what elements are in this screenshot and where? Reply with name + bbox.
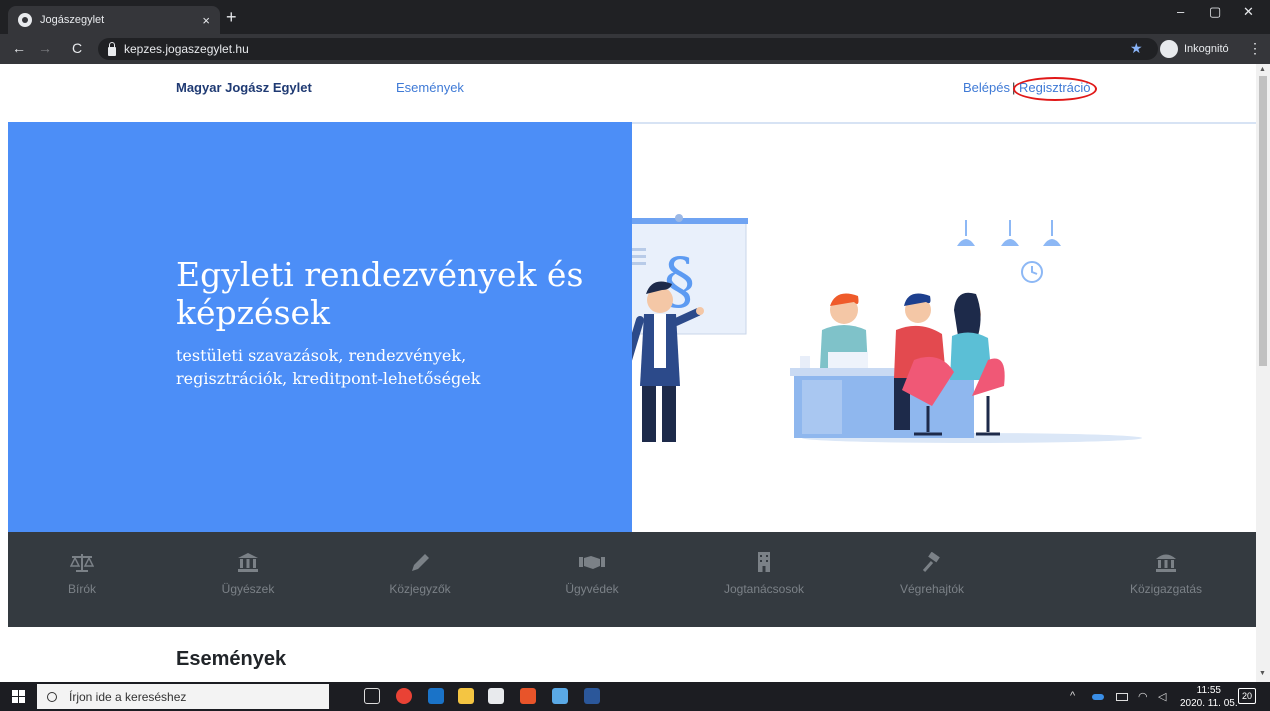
nav-events-link[interactable]: Események: [396, 80, 464, 95]
new-tab-button[interactable]: +: [226, 6, 237, 28]
web-page: Magyar Jogász Egylet Események Belépés |…: [0, 64, 1256, 682]
tab-close-button[interactable]: ×: [202, 13, 210, 28]
category-label: Végrehajtók: [899, 582, 965, 596]
login-link[interactable]: Belépés: [963, 80, 1010, 95]
hero-title: Egyleti rendezvények és képzések: [176, 255, 584, 332]
scroll-up-arrow-icon[interactable]: ▲: [1259, 66, 1266, 73]
category-label: Bírók: [67, 582, 96, 596]
events-section-title: Események: [176, 648, 287, 670]
onedrive-icon[interactable]: [1092, 694, 1104, 700]
handshake-icon: [579, 556, 605, 569]
taskbar-search-box[interactable]: Írjon ide a kereséshez: [37, 684, 329, 709]
hero-subtitle: testületi szavazások, rendezvények, regi…: [176, 346, 481, 388]
volume-icon[interactable]: ◁: [1158, 690, 1166, 703]
windows-taskbar: Írjon ide a kereséshez ^ ◠ ◁ 11:55 2020.…: [0, 682, 1270, 711]
brand-link[interactable]: Magyar Jogász Egylet: [176, 80, 312, 95]
building-icon: [758, 552, 770, 572]
browser-menu-button[interactable]: ⋮: [1248, 40, 1262, 57]
government-icon: [1156, 554, 1176, 572]
forward-button[interactable]: →: [38, 40, 52, 56]
network-icon[interactable]: ◠: [1138, 690, 1148, 703]
category-kozjegyzok[interactable]: Közjegyzők: [360, 552, 480, 596]
category-label: Ügyvédek: [565, 582, 619, 596]
reload-button[interactable]: C: [72, 40, 82, 56]
category-birok[interactable]: Bírók: [22, 552, 142, 596]
site-navbar: Magyar Jogász Egylet Események Belépés |…: [0, 64, 1256, 122]
window-close-button[interactable]: ✕: [1243, 4, 1254, 20]
window-minimize-button[interactable]: –: [1177, 4, 1184, 19]
courthouse-icon: [238, 553, 258, 572]
category-bar: Bírók Ügyészek Közjegyzők Ügyvédek Jogta…: [8, 532, 1256, 627]
notification-center-icon[interactable]: 20: [1238, 688, 1256, 704]
meeting-illustration: §: [576, 214, 1142, 443]
search-icon: [47, 691, 57, 702]
browser-tab[interactable]: Jogászegylet ×: [8, 6, 220, 34]
pen-icon: [412, 554, 429, 571]
store-icon[interactable]: [488, 688, 504, 704]
window-restore-button[interactable]: ▢: [1209, 4, 1221, 20]
taskbar-search-placeholder: Írjon ide a kereséshez: [69, 689, 187, 704]
browser-toolbar: ← → C kepzes.jogaszegylet.hu ★ Inkognitó…: [0, 34, 1270, 64]
lock-icon: [108, 41, 116, 56]
scrollbar-thumb[interactable]: [1259, 76, 1267, 366]
highlight-circle: [1013, 77, 1097, 101]
site-favicon-icon: [18, 13, 32, 27]
scroll-down-arrow-icon[interactable]: ▼: [1259, 670, 1266, 677]
browser-tab-bar: Jogászegylet × + – ▢ ✕: [0, 0, 1270, 34]
page-scrollbar[interactable]: ▲ ▼: [1256, 64, 1270, 682]
clock-date: 2020. 11. 05.: [1180, 698, 1238, 709]
gavel-icon: [922, 552, 940, 572]
category-vegrehajtok[interactable]: Végrehajtók: [872, 552, 992, 596]
word-icon[interactable]: [584, 688, 600, 704]
category-kozigazgatas[interactable]: Közigazgatás: [1106, 552, 1226, 596]
category-jogtanacsosok[interactable]: Jogtanácsosok: [704, 552, 824, 596]
windows-start-icon[interactable]: [12, 690, 25, 703]
category-ugyeszek[interactable]: Ügyészek: [188, 552, 308, 596]
tray-chevron-icon[interactable]: ^: [1070, 690, 1075, 702]
category-label: Ügyészek: [221, 582, 275, 596]
incognito-icon: [1160, 40, 1178, 58]
category-label: Közigazgatás: [1129, 582, 1203, 596]
clock-time: 11:55: [1196, 685, 1221, 696]
outlook-icon[interactable]: [428, 688, 444, 704]
app-icon[interactable]: [552, 688, 568, 704]
category-ugyvedek[interactable]: Ügyvédek: [532, 552, 652, 596]
category-label: Jogtanácsosok: [723, 582, 805, 596]
system-clock[interactable]: 11:55 2020. 11. 05.: [1180, 684, 1238, 710]
scales-icon: [70, 554, 94, 572]
bookmark-star-icon[interactable]: ★: [1130, 40, 1143, 57]
chrome-icon[interactable]: [396, 688, 412, 704]
battery-icon[interactable]: [1116, 693, 1128, 701]
url-text: kepzes.jogaszegylet.hu: [124, 42, 249, 56]
tab-title: Jogászegylet: [40, 14, 105, 26]
category-label: Közjegyzők: [389, 582, 451, 596]
back-button[interactable]: ←: [12, 40, 26, 56]
incognito-indicator[interactable]: Inkognitó: [1160, 39, 1229, 59]
address-bar[interactable]: kepzes.jogaszegylet.hu: [98, 38, 1158, 60]
task-view-icon[interactable]: [364, 688, 380, 704]
incognito-label: Inkognitó: [1184, 43, 1229, 55]
office-icon[interactable]: [520, 688, 536, 704]
file-explorer-icon[interactable]: [458, 688, 474, 704]
hero-illustration-panel: §: [576, 122, 1256, 532]
